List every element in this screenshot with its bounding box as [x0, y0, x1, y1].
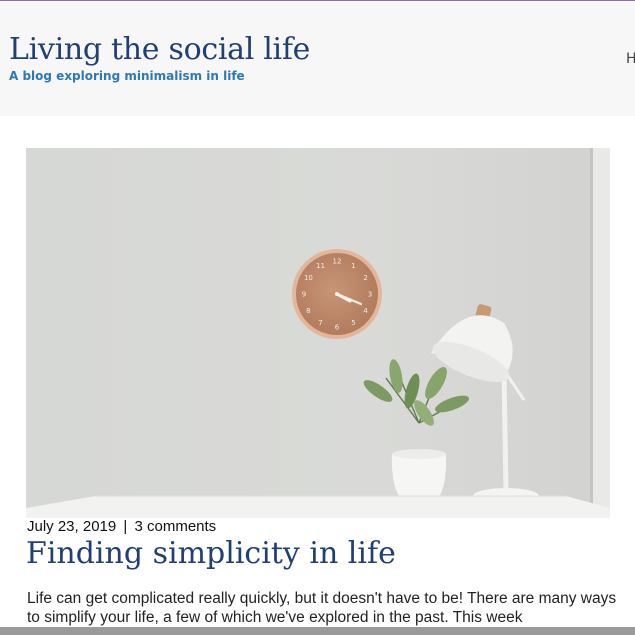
- wall-clock: 12 12 345 6 789 1011: [292, 249, 382, 339]
- door-frame: [592, 148, 610, 518]
- horizontal-scrollbar[interactable]: [0, 627, 635, 635]
- clock-numeral: 3: [368, 291, 372, 299]
- clock-numeral: 7: [318, 319, 322, 327]
- nav-item-home[interactable]: H: [626, 51, 635, 67]
- meta-separator: |: [123, 518, 128, 535]
- clock-numeral: 8: [306, 307, 310, 315]
- clock-numeral: 5: [351, 319, 355, 327]
- post-date[interactable]: July 23, 2019: [27, 518, 116, 535]
- post-title[interactable]: Finding simplicity in life: [26, 534, 396, 574]
- door-frame-edge: [590, 148, 593, 518]
- clock-numeral: 9: [302, 291, 306, 299]
- clock-numeral: 11: [316, 262, 325, 270]
- clock-numeral: 10: [304, 274, 313, 282]
- clock-numeral: 12: [333, 258, 342, 266]
- post-comments-link[interactable]: 3 comments: [134, 518, 216, 535]
- clock-numeral: 6: [335, 324, 340, 332]
- post-meta: July 23, 2019 | 3 comments: [27, 518, 216, 535]
- clock-numeral: 4: [363, 307, 368, 315]
- site-title[interactable]: Living the social life: [9, 32, 310, 68]
- site-header: Living the social life A blog exploring …: [0, 1, 635, 116]
- post-excerpt: Life can get complicated really quickly,…: [27, 590, 617, 626]
- post-featured-image[interactable]: 12 12 345 6 789 1011: [26, 148, 610, 518]
- clock-numeral: 2: [363, 274, 367, 282]
- site-tagline: A blog exploring minimalism in life: [9, 69, 245, 83]
- clock-numeral: 1: [351, 262, 355, 270]
- white-table: [26, 495, 610, 518]
- clock-center: [335, 292, 339, 296]
